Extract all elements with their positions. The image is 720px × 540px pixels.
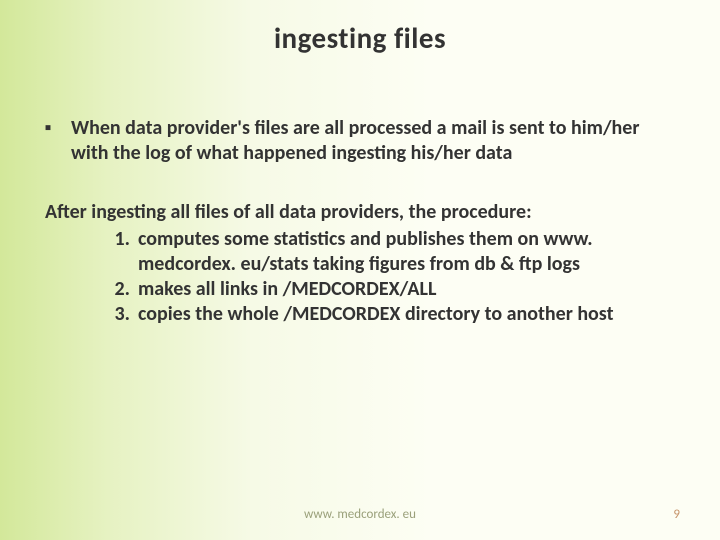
list-number: 2. <box>100 277 138 302</box>
bullet-text: When data provider's files are all proce… <box>71 116 675 166</box>
procedure-intro: After ingesting all files of all data pr… <box>45 200 675 225</box>
list-item: 2. makes all links in /MEDCORDEX/ALL <box>100 277 675 302</box>
list-text: computes some statistics and publishes t… <box>138 227 675 277</box>
footer-url: www. medcordex. eu <box>0 507 720 522</box>
list-number: 3. <box>100 302 138 327</box>
list-number: 1. <box>100 227 138 277</box>
list-item: 1. computes some statistics and publishe… <box>100 227 675 277</box>
bullet-item: ▪︎ When data provider's files are all pr… <box>45 116 675 166</box>
square-bullet-icon: ▪︎ <box>45 116 71 166</box>
list-text: makes all links in /MEDCORDEX/ALL <box>138 277 675 302</box>
slide-content: ▪︎ When data provider's files are all pr… <box>0 56 720 327</box>
slide-title: ingesting files <box>0 0 720 56</box>
list-item: 3. copies the whole /MEDCORDEX directory… <box>100 302 675 327</box>
slide: ingesting files ▪︎ When data provider's … <box>0 0 720 540</box>
list-text: copies the whole /MEDCORDEX directory to… <box>138 302 675 327</box>
page-number: 9 <box>673 507 680 522</box>
